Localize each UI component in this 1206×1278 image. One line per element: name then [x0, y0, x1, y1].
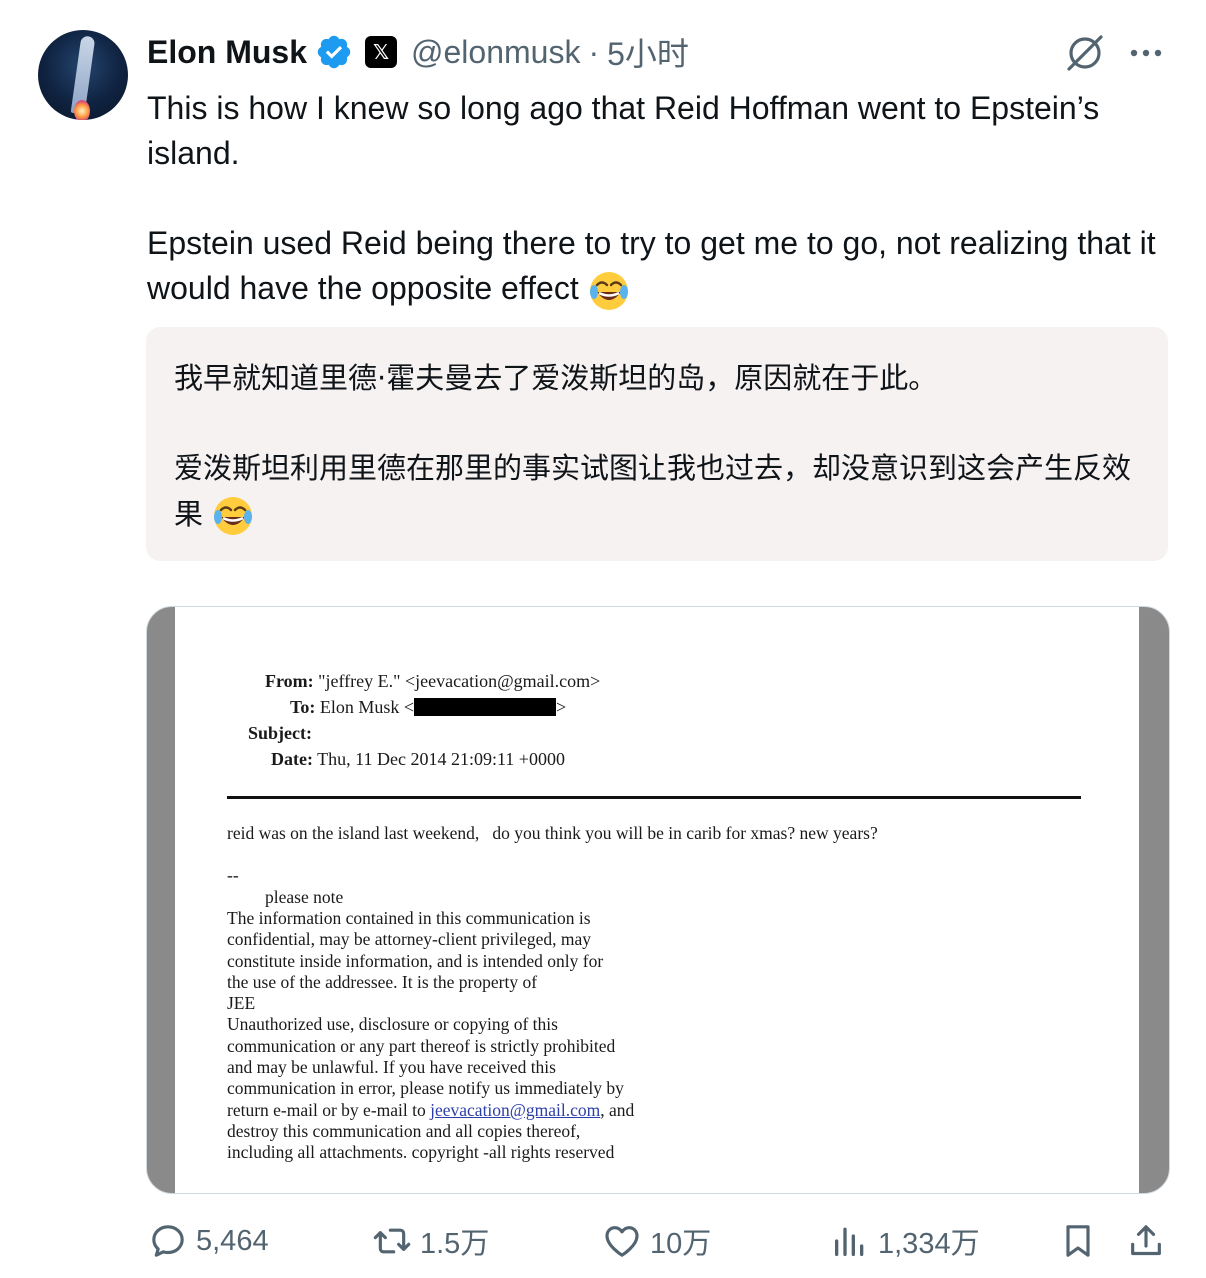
translation-paragraph-2-text: 爱泼斯坦利用里德在那里的事实试图让我也过去，却没意识到这会产生反效果 [174, 451, 1132, 531]
notice-body: The information contained in this commun… [227, 908, 634, 1164]
views-button[interactable]: 1,334万 [830, 1218, 980, 1264]
tweet-paragraph-2: Epstein used Reid being there to try to … [147, 221, 1157, 312]
like-count: 10万 [650, 1228, 712, 1260]
grok-icon[interactable] [1064, 32, 1106, 74]
like-button[interactable]: 10万 [602, 1218, 711, 1264]
reply-button[interactable]: 5,464 [148, 1218, 269, 1264]
date-label: Date: [271, 749, 313, 769]
tweet-header: Elon Musk 𝕏 @elonmusk · 5小时 [147, 30, 689, 74]
share-icon [1131, 1225, 1161, 1256]
email-document: From: "jeffrey E." <jeevacation@gmail.co… [175, 607, 1139, 1193]
subject-label: Subject: [248, 723, 312, 743]
return-pre: return e-mail or by e-mail to [227, 1099, 431, 1120]
notice-return-line: return e-mail or by e-mail to jeevacatio… [227, 1100, 634, 1121]
notice-line: confidential, may be attorney-client pri… [227, 929, 591, 950]
email-date: Date: Thu, 11 Dec 2014 21:09:11 +0000 [271, 749, 565, 770]
header-divider [227, 796, 1081, 799]
notice-line: constitute inside information, and is in… [227, 950, 604, 971]
notice-line: including all attachments. copyright -al… [227, 1142, 615, 1163]
translation-paragraph-2: 爱泼斯坦利用里德在那里的事实试图让我也过去，却没意识到这会产生反效果 [174, 445, 1140, 537]
reply-icon [152, 1225, 184, 1257]
repost-icon [373, 1228, 411, 1254]
notice-line: the use of the addressee. It is the prop… [227, 971, 538, 992]
email-message: reid was on the island last weekend, do … [227, 823, 878, 843]
laughing-emoji-icon [214, 497, 253, 535]
notice-line: communication in error, please notify us… [227, 1078, 624, 1099]
from-label: From: [265, 671, 314, 691]
redaction-bar [414, 698, 557, 716]
translation-box: 我早就知道里德·霍夫曼去了爱泼斯坦的岛，原因就在于此。 爱泼斯坦利用里德在那里的… [146, 327, 1168, 561]
rocket-flame [74, 100, 90, 120]
translation-paragraph-1: 我早就知道里德·霍夫曼去了爱泼斯坦的岛，原因就在于此。 [174, 361, 938, 395]
email-subject: Subject: [248, 723, 312, 744]
author-handle[interactable]: @elonmusk [411, 34, 580, 71]
separator-dot: · [588, 33, 600, 70]
laughing-emoji-icon [589, 271, 628, 310]
attached-email-image[interactable]: From: "jeffrey E." <jeevacation@gmail.co… [146, 606, 1170, 1194]
notice-line: The information contained in this commun… [227, 908, 591, 928]
notice-line: JEE [227, 993, 256, 1014]
email-link[interactable]: jeevacation@gmail.com [430, 1100, 600, 1120]
share-button[interactable] [1126, 1218, 1166, 1264]
views-icon [835, 1227, 864, 1256]
to-label: To: [290, 697, 316, 717]
action-bar: 5,464 1.5万 10万 1,334万 [0, 1210, 1206, 1274]
notice-line: destroy this communication and all copie… [227, 1120, 581, 1141]
x-affiliate-icon[interactable]: 𝕏 [365, 36, 398, 68]
like-icon [605, 1226, 639, 1257]
reply-count: 5,464 [196, 1224, 269, 1257]
post-time[interactable]: 5小时 [607, 29, 689, 75]
email-dashes: -- [227, 865, 239, 885]
to-close: > [556, 697, 567, 717]
notice-line: Unauthorized use, disclosure or copying … [227, 1014, 558, 1035]
tweet-paragraph-2-text: Epstein used Reid being there to try to … [147, 225, 1156, 306]
date-value: Thu, 11 Dec 2014 21:09:11 +0000 [317, 749, 565, 769]
repost-count: 1.5万 [420, 1228, 490, 1260]
tweet-text: This is how I knew so long ago that Reid… [147, 86, 1157, 312]
from-value: "jeffrey E." <jeevacation@gmail.com> [318, 671, 601, 691]
author-name[interactable]: Elon Musk [147, 34, 307, 71]
views-count: 1,334万 [878, 1228, 980, 1260]
to-value: Elon Musk < [319, 697, 415, 717]
more-icon[interactable] [1126, 38, 1166, 68]
verified-badge-icon[interactable] [315, 33, 353, 71]
email-from: From: "jeffrey E." <jeevacation@gmail.co… [265, 671, 600, 692]
notice-line: communication or any part thereof is str… [227, 1035, 616, 1056]
repost-button[interactable]: 1.5万 [372, 1218, 489, 1264]
tweet-paragraph-1: This is how I knew so long ago that Reid… [147, 90, 1100, 171]
bookmark-button[interactable] [1058, 1218, 1098, 1264]
notice-title: please note [265, 887, 344, 907]
return-post: , and [600, 1099, 635, 1120]
email-to: To: Elon Musk < > [290, 697, 566, 718]
notice-line: and may be unlawful. If you have receive… [227, 1057, 556, 1078]
avatar[interactable] [38, 30, 128, 120]
bookmark-icon [1066, 1225, 1090, 1257]
